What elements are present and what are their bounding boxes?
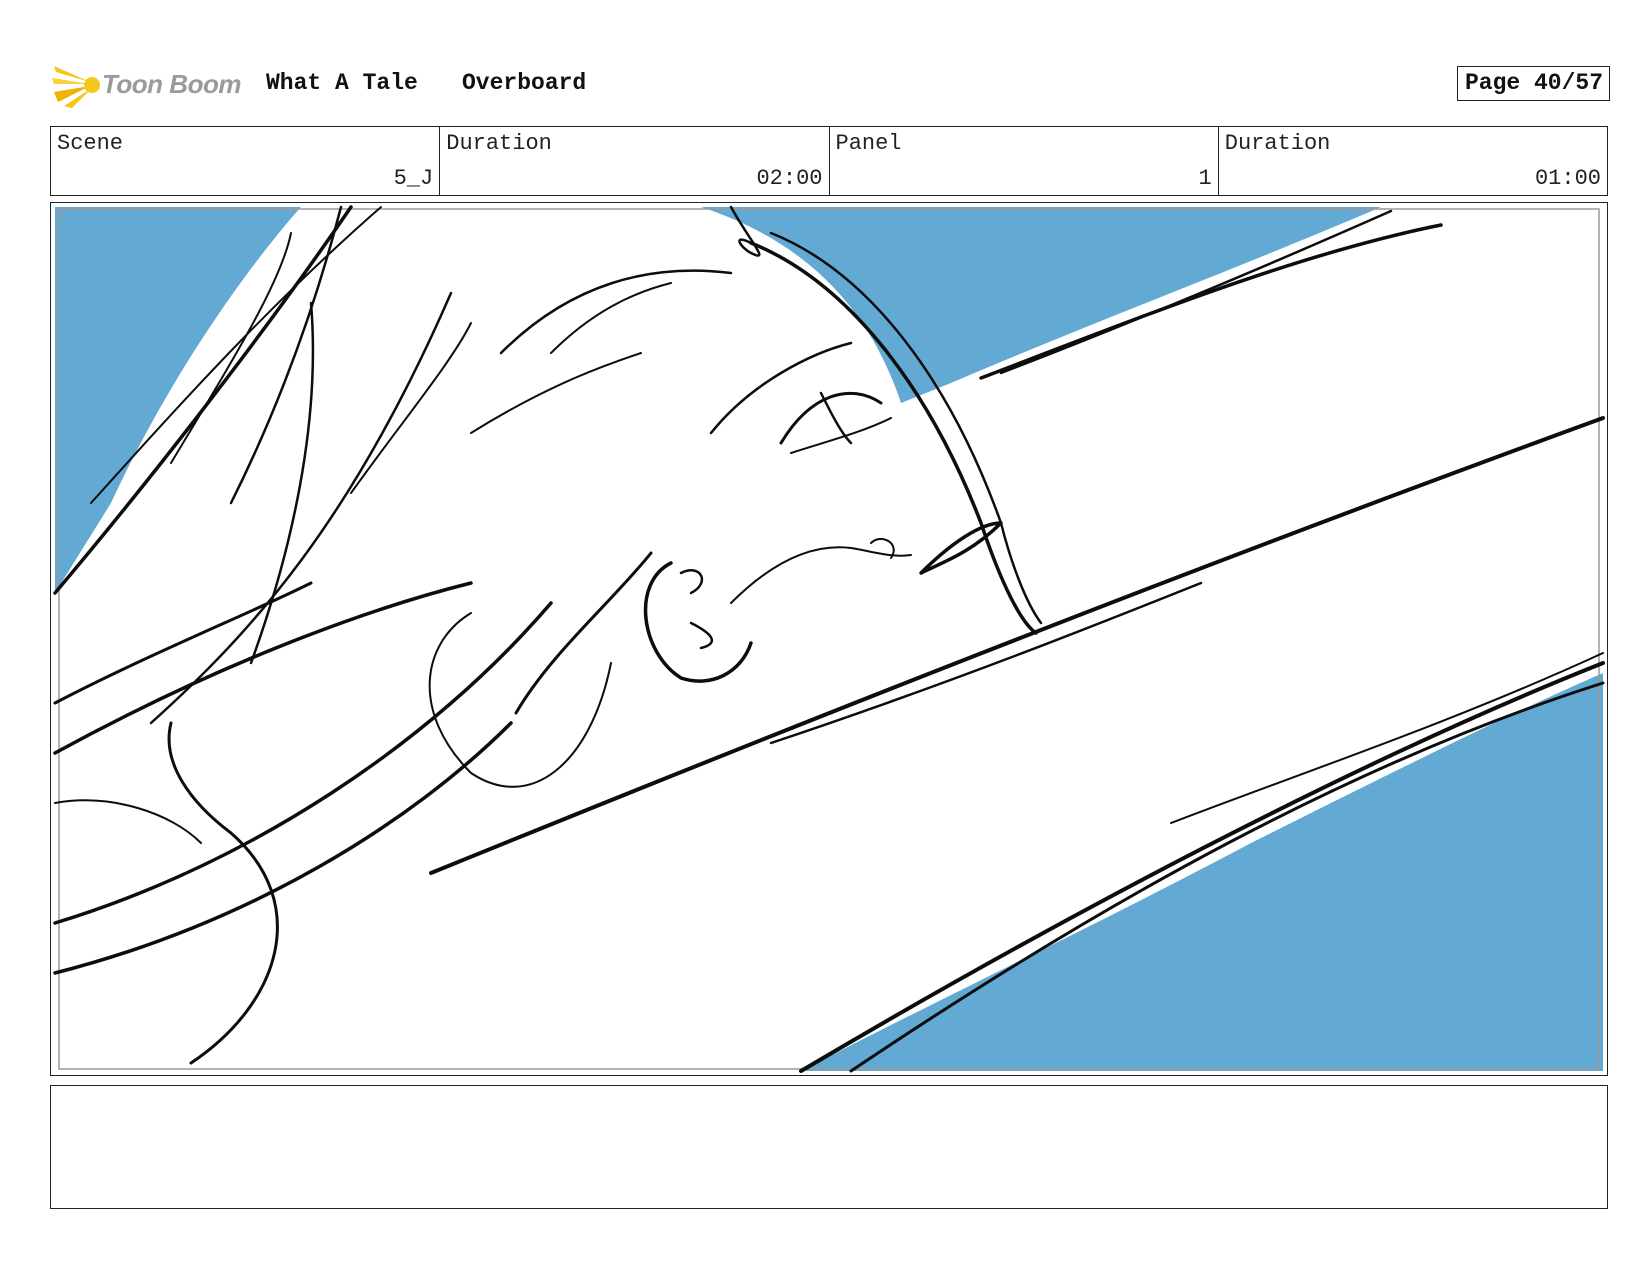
star-burst-icon — [52, 66, 100, 108]
sky-top-right — [701, 207, 1381, 403]
hair-flow-6 — [53, 581, 313, 705]
panel-value: 1 — [1198, 166, 1212, 191]
project-title: What A Tale — [266, 70, 418, 96]
arm-upper-edge-2 — [769, 581, 1203, 745]
panel-duration-value: 01:00 — [1534, 166, 1601, 191]
panel-cell: Panel 1 — [830, 127, 1219, 195]
hair-flow-8 — [350, 322, 472, 494]
eyebrow — [709, 341, 853, 435]
eye-lower — [790, 417, 892, 454]
hair-strand — [470, 352, 642, 434]
scene-label: Scene — [57, 131, 124, 156]
hair-curve-2 — [550, 282, 672, 354]
sketch-drawing — [53, 205, 1605, 1073]
eye-upper — [779, 391, 883, 445]
sky-bottom-right — [801, 673, 1603, 1071]
scene-duration-value: 02:00 — [756, 166, 823, 191]
body-line-3 — [53, 721, 513, 975]
hair-curve — [499, 269, 733, 355]
scene-duration-label: Duration — [446, 131, 552, 156]
sky-top-left — [55, 207, 301, 593]
storyboard-panel-image — [50, 202, 1608, 1076]
ear-swirl — [689, 621, 714, 650]
mouth-line — [730, 546, 912, 604]
ear — [643, 561, 753, 683]
scene-cell: Scene 5_J — [51, 127, 441, 195]
panel-duration-cell: Duration 01:00 — [1219, 127, 1607, 195]
scene-value: 5_J — [393, 166, 434, 191]
panel-notes-box — [50, 1085, 1608, 1209]
logo-text: Toon Boom — [102, 68, 241, 99]
scene-duration-cell: Duration 02:00 — [440, 127, 830, 195]
toon-boom-logo: Toon Boom — [50, 58, 241, 110]
neck — [514, 551, 653, 715]
hair-flow-4 — [249, 301, 315, 665]
panel-label: Panel — [835, 131, 902, 156]
storyboard-header: Toon Boom What A Tale Overboard Page 40/… — [50, 56, 1610, 112]
body-line-4 — [167, 721, 279, 1065]
ear-inner — [679, 569, 703, 595]
back-curve — [54, 799, 202, 844]
panel-info-row: Scene 5_J Duration 02:00 Panel 1 Duratio… — [50, 126, 1608, 196]
panel-duration-label: Duration — [1224, 131, 1331, 156]
episode-title: Overboard — [462, 70, 587, 96]
page-indicator: Page 40/57 — [1456, 66, 1610, 101]
hair-flow-7 — [149, 291, 453, 725]
